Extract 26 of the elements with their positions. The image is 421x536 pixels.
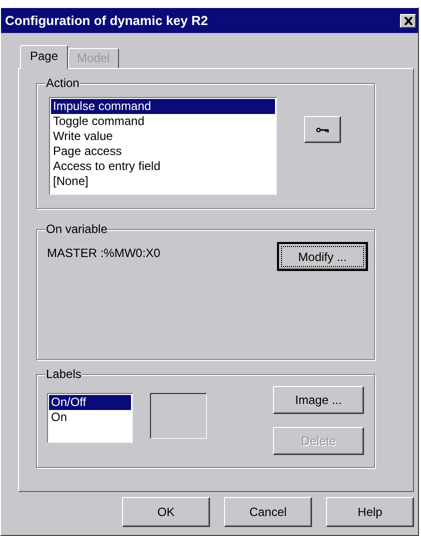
key-icon [316, 126, 329, 132]
group-title: Action [45, 76, 80, 90]
labels-list[interactable]: On/Off On [47, 393, 133, 443]
tab[interactable]: Page [20, 45, 68, 69]
list-item[interactable]: Access to entry field [51, 159, 275, 174]
group-title: Labels [45, 367, 82, 381]
action-list[interactable]: Impulse command Toggle command Write value Page access Access to entry field [None] [49, 97, 277, 195]
list-item[interactable]: Impulse command [51, 99, 275, 114]
label-button[interactable]: Image ... [273, 386, 364, 414]
dialog-button[interactable]: Help [326, 497, 414, 527]
list-item[interactable]: On [49, 410, 131, 425]
list-item[interactable]: On/Off [49, 395, 131, 410]
variable-text: MASTER :%MW0:X0 [47, 246, 160, 260]
window-title: Configuration of dynamic key R2 [5, 13, 208, 28]
list-item[interactable]: [None] [51, 174, 275, 189]
image-preview [150, 393, 207, 439]
dialog-button[interactable]: OK [122, 497, 210, 527]
dialog-button[interactable]: Cancel [224, 497, 312, 527]
list-item[interactable]: Write value [51, 129, 275, 144]
modify-button[interactable]: Modify ... [277, 242, 368, 271]
close-button[interactable] [400, 14, 416, 28]
group-title: On variable [45, 222, 108, 236]
close-icon [404, 16, 412, 24]
list-item[interactable]: Toggle command [51, 114, 275, 129]
key-button[interactable] [304, 116, 341, 143]
list-item[interactable]: Page access [51, 144, 275, 159]
